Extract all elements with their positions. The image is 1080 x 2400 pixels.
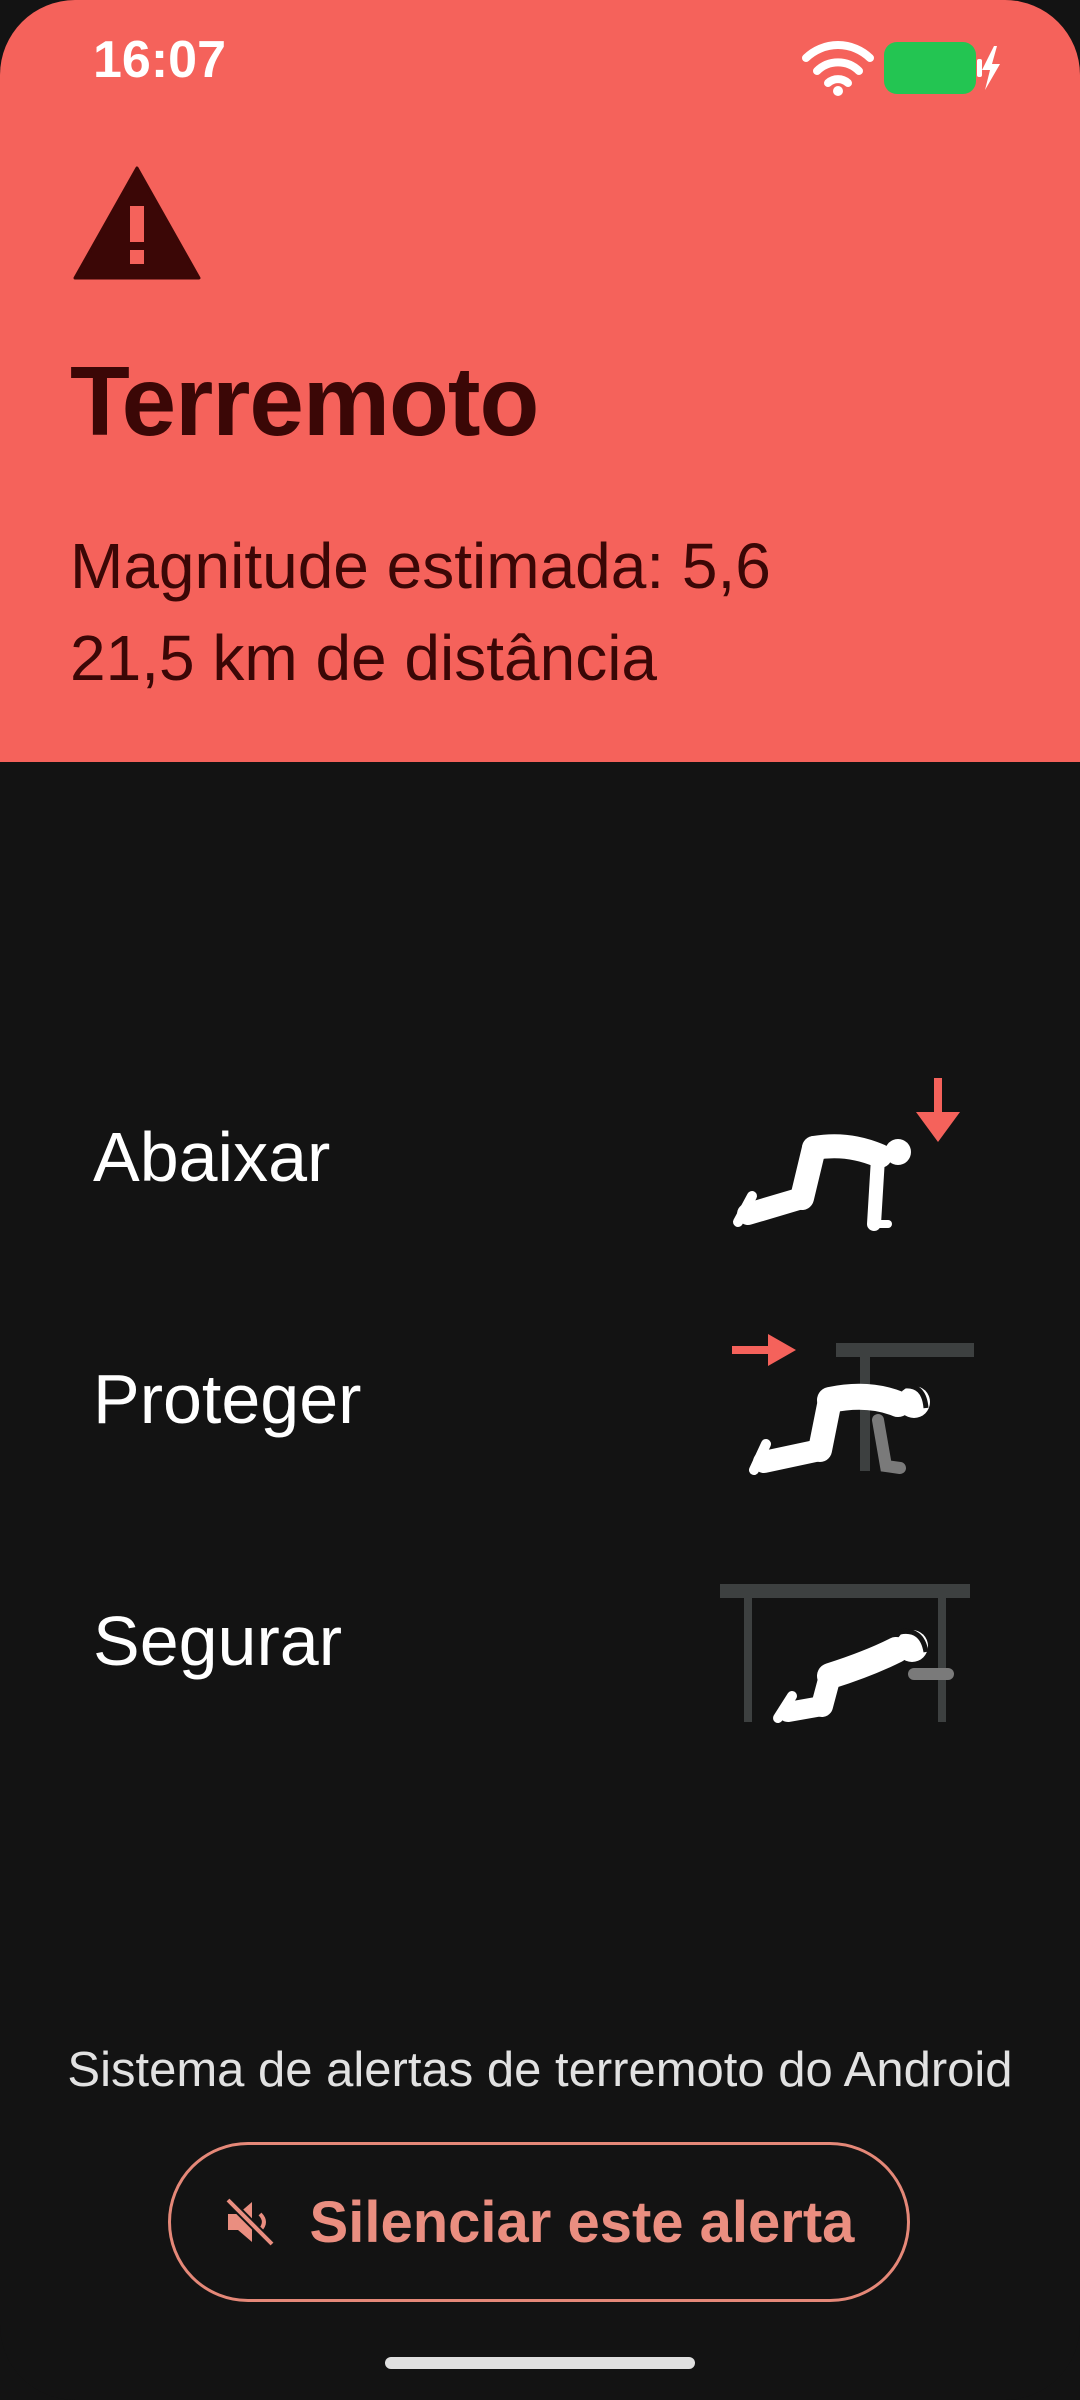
system-name-text: Sistema de alertas de terremoto do Andro… [67,2043,1013,2097]
mute-alert-button[interactable]: Silenciar este alerta [168,2142,910,2302]
status-time: 16:07 [93,31,226,89]
alert-details: Magnitude estimada: 5,6 21,5 km de distâ… [70,520,771,704]
alert-title: Terremoto [70,346,539,456]
status-bar: 16:07 [0,0,1080,130]
step-cover-label: Proteger [93,1360,362,1438]
alert-screen: 16:07 Terremoto Magnitude estimada: 5,6 … [0,0,1080,2400]
warning-icon [73,166,201,280]
drop-illustration [733,1078,960,1231]
volume-off-icon [224,2197,275,2247]
battery-charging-icon [884,42,1000,94]
mute-button-label: Silenciar este alerta [309,2189,855,2255]
wifi-icon [802,41,874,96]
step-drop-label: Abaixar [93,1118,331,1196]
home-indicator[interactable] [385,2357,695,2369]
hold-illustration [720,1584,970,1723]
distance-text: 21,5 km de distância [70,622,657,694]
cover-illustration [732,1334,974,1475]
step-hold-label: Segurar [93,1602,343,1680]
magnitude-text: Magnitude estimada: 5,6 [70,530,771,602]
alert-header: 16:07 Terremoto Magnitude estimada: 5,6 … [0,0,1080,762]
